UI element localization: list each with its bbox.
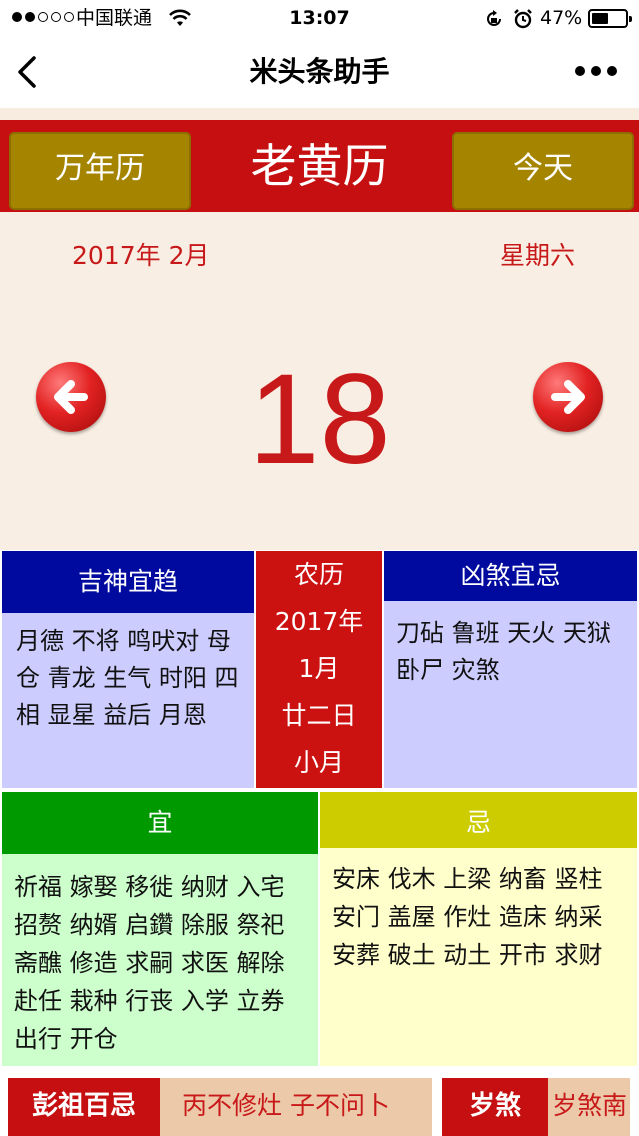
today-button[interactable]: 今天: [452, 132, 634, 210]
pengzu-label: 彭祖百忌: [8, 1078, 160, 1136]
yi-text: 祈福 嫁娶 移徙 纳财 入宅 招赘 纳婿 启鑽 除服 祭祀 斋醮 修造 求嗣 求…: [14, 873, 285, 1053]
pengzu-value: 丙不修灶 子不问卜: [160, 1078, 432, 1136]
ji-text: 安床 伐木 上梁 纳畜 竖柱 安门 盖屋 作灶 造床 纳采 安葬 破土 动土 开…: [332, 865, 603, 969]
lunar-month: 1月: [298, 654, 340, 683]
page-title: 米头条助手: [249, 55, 390, 88]
year-month-label: 2017年 2月: [72, 241, 210, 270]
battery-icon: [588, 9, 632, 28]
lunar-month-size: 小月: [293, 748, 344, 777]
ji-header: 忌: [320, 792, 637, 848]
lunar-date-panel: 农历 2017年 1月 廿二日 小月: [256, 551, 382, 788]
auspicious-gods-panel: 月德 不将 鸣吠对 母仓 青龙 生气 时阳 四相 显星 益后 月恩: [2, 613, 254, 788]
ji-panel: 安床 伐木 上梁 纳畜 竖柱 安门 盖屋 作灶 造床 纳采 安葬 破土 动土 开…: [320, 848, 637, 1066]
inauspicious-gods-panel: 刀砧 鲁班 天火 天狱 卧尸 灾煞: [384, 601, 637, 788]
arrow-right-icon: [551, 380, 585, 414]
alarm-icon: [514, 9, 532, 29]
suisha-label: 岁煞: [442, 1078, 548, 1136]
auspicious-gods-header: 吉神宜趋: [2, 551, 254, 613]
yi-header: 宜: [2, 792, 318, 854]
suisha-value: 岁煞南: [548, 1078, 630, 1136]
inauspicious-gods-text: 刀砧 鲁班 天火 天狱 卧尸 灾煞: [396, 619, 611, 684]
next-day-button[interactable]: [533, 362, 603, 432]
status-bar: 中国联通 13:07 47%: [0, 0, 639, 36]
header-spacer: [0, 108, 639, 120]
lunar-label: 农历: [293, 560, 344, 589]
date-display: 2017年 2月 星期六 18: [0, 212, 639, 550]
nav-bar: 米头条助手: [0, 36, 639, 108]
weekday-label: 星期六: [500, 241, 576, 270]
yi-panel: 祈福 嫁娶 移徙 纳财 入宅 招赘 纳婿 启鑽 除服 祭祀 斋醮 修造 求嗣 求…: [2, 854, 318, 1066]
almanac-header: 万年历 老黄历 今天: [0, 120, 639, 212]
inauspicious-gods-header: 凶煞宜忌: [384, 551, 637, 601]
rotation-lock-icon: [487, 10, 501, 26]
lunar-year: 2017年: [274, 607, 364, 636]
more-dots-icon[interactable]: [574, 64, 618, 78]
lunar-day: 廿二日: [281, 701, 357, 730]
battery-percent: 47%: [540, 7, 583, 29]
auspicious-gods-text: 月德 不将 鸣吠对 母仓 青龙 生气 时阳 四相 显星 益后 月恩: [16, 627, 239, 729]
